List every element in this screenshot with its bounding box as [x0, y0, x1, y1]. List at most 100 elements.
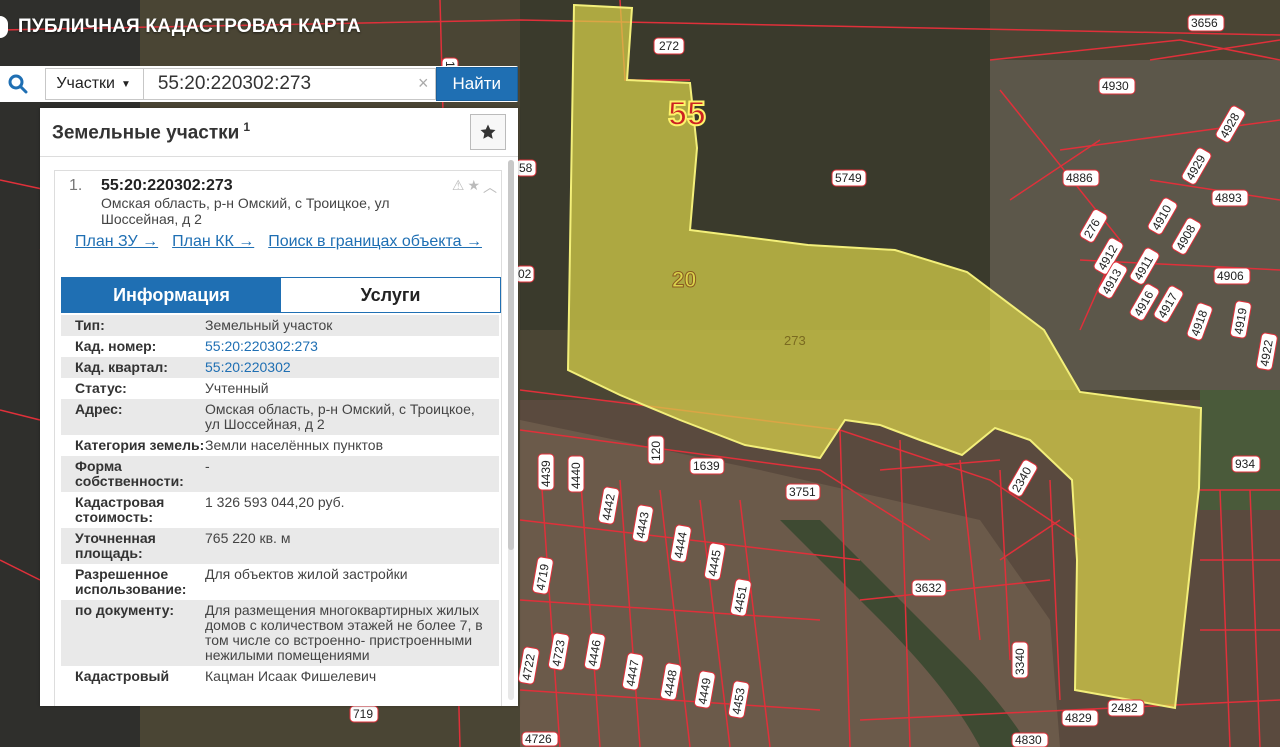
info-key: Кадастровая стоимость: [75, 494, 165, 525]
info-key: Кад. квартал: [75, 359, 168, 375]
result-header: 1. 55:20:220302:273 Омская область, р-н … [55, 171, 501, 227]
label-4893: 4893 [1211, 189, 1249, 207]
info-row-type: Тип: Земельный участок [61, 315, 499, 336]
result-cad-number[interactable]: 55:20:220302:273 [101, 177, 421, 195]
search-input[interactable]: 55:20:220302:273 × [143, 68, 436, 100]
label-58: 58 [515, 159, 537, 177]
info-row-engineer: Кадастровый Кацман Исаак Фишелевич [61, 666, 499, 687]
info-key: Уточненная площадь: [75, 530, 156, 561]
svg-text:719: 719 [353, 707, 373, 721]
info-row-status: Статус: Учтенный [61, 378, 499, 399]
cad-quarter-link[interactable]: 55:20:220302 [205, 360, 499, 375]
label-934: 934 [1231, 455, 1261, 473]
info-value: 765 220 кв. м [205, 530, 291, 546]
panel-title-text: Земельные участки [52, 122, 240, 144]
svg-text:4829: 4829 [1065, 711, 1092, 725]
info-value: Для размещения многоквартирных жилых дом… [205, 602, 483, 663]
svg-text:2482: 2482 [1111, 701, 1138, 715]
info-value: Земельный участок [205, 317, 333, 333]
map-label-273: 273 [784, 333, 806, 348]
svg-text:4886: 4886 [1066, 171, 1093, 185]
info-value: - [205, 458, 210, 474]
svg-text:3656: 3656 [1191, 16, 1218, 30]
search-type-label: Участки [56, 75, 115, 92]
app-title: ПУБЛИЧНАЯ КАДАСТРОВАЯ КАРТА [0, 16, 361, 38]
clear-icon[interactable]: × [418, 73, 429, 94]
label-2482: 2482 [1107, 699, 1145, 717]
info-key: Категория земель: [75, 437, 205, 453]
label-02: 02 [515, 265, 535, 283]
plan-kk-link[interactable]: План КК → [172, 233, 254, 250]
svg-text:4439: 4439 [539, 460, 553, 487]
cad-number-link[interactable]: 55:20:220302:273 [205, 339, 499, 354]
info-row-cad-quarter: Кад. квартал: 55:20:220302 [61, 357, 499, 378]
info-row-by-document: по документу: Для размещения многоквартир… [61, 600, 499, 666]
map-green-field-east [1200, 390, 1280, 510]
tab-information[interactable]: Информация [62, 278, 281, 312]
info-key: Кадастровый [75, 668, 170, 684]
plan-zu-link[interactable]: План ЗУ → [75, 233, 158, 250]
info-key: Статус: [75, 380, 127, 396]
svg-text:4440: 4440 [569, 462, 583, 489]
svg-text:4930: 4930 [1102, 79, 1129, 93]
info-value: Кацман Исаак Фишелевич [205, 668, 377, 684]
results-panel: Земельные участки 1 1. 55:20:220302:273 О… [40, 108, 518, 706]
search-type-select[interactable]: Участки ▼ [45, 68, 144, 100]
result-card: 1. 55:20:220302:273 Омская область, р-н … [54, 170, 502, 706]
info-key: Адрес: [75, 401, 123, 417]
map-label-55: 55 [668, 95, 706, 133]
label-1639: 1639 [689, 457, 725, 475]
label-4906: 4906 [1213, 267, 1251, 285]
label-4726: 4726 [521, 731, 559, 747]
search-button[interactable]: Найти [435, 67, 518, 101]
label-5749: 5749 [831, 169, 867, 187]
info-row-area: Уточненная площадь: 765 220 кв. м [61, 528, 499, 564]
svg-text:934: 934 [1235, 457, 1255, 471]
info-key: по документу: [75, 602, 175, 618]
info-row-ownership: Форма собственности: - [61, 456, 499, 492]
info-table: Тип: Земельный участок Кад. номер: 55:20:2… [61, 315, 499, 687]
svg-text:120: 120 [649, 441, 663, 461]
favorite-button[interactable] [470, 114, 506, 150]
info-value: Для объектов жилой застройки [205, 566, 408, 582]
label-719: 719 [349, 705, 379, 723]
info-value: Омская область, р-н Омский, с Троицкое, … [205, 401, 475, 432]
svg-text:5749: 5749 [835, 171, 862, 185]
search-bar: Участки ▼ 55:20:220302:273 × Найти [0, 66, 518, 102]
svg-text:4906: 4906 [1217, 269, 1244, 283]
result-links: План ЗУ → План КК → Поиск в границах объек… [55, 227, 501, 250]
info-row-address: Адрес: Омская область, р-н Омский, с Трои… [61, 399, 499, 435]
info-value: Учтенный [205, 380, 269, 396]
label-4829: 4829 [1061, 709, 1099, 727]
info-key: Кад. номер: [75, 338, 157, 354]
star-outline-icon[interactable]: ★ [467, 177, 480, 197]
chevron-up-icon[interactable]: ︿ [483, 177, 497, 197]
result-tabs: Информация Услуги [61, 277, 501, 313]
result-address: Омская область, р-н Омский, с Троицкое, … [101, 195, 390, 227]
search-query-text: 55:20:220302:273 [157, 73, 312, 94]
svg-text:4893: 4893 [1215, 191, 1242, 205]
svg-text:3632: 3632 [915, 581, 942, 595]
search-icon[interactable] [0, 74, 35, 94]
search-bounds-link[interactable]: Поиск в границах объекта → [268, 233, 482, 250]
tab-services[interactable]: Услуги [281, 278, 500, 312]
info-row-land-category: Категория земель: Земли населённых пункто… [61, 435, 499, 456]
panel-scrollbar[interactable] [508, 160, 514, 700]
svg-text:4726: 4726 [525, 732, 552, 746]
label-3632: 3632 [911, 579, 947, 597]
app-title-text: ПУБЛИЧНАЯ КАДАСТРОВАЯ КАРТА [18, 16, 361, 37]
label-272: 272 [653, 37, 685, 55]
label-4930: 4930 [1098, 77, 1136, 95]
result-index: 1. [69, 177, 83, 194]
svg-text:1639: 1639 [693, 459, 720, 473]
app-logo-icon [0, 16, 8, 38]
svg-text:3340: 3340 [1013, 648, 1027, 675]
warning-icon[interactable]: ⚠ [452, 177, 465, 197]
info-row-permitted-use: Разрешенное использование: Для объектов ж… [61, 564, 499, 600]
info-key: Тип: [75, 317, 105, 333]
svg-text:58: 58 [519, 161, 533, 175]
chevron-down-icon: ▼ [121, 78, 131, 90]
map-label-20: 20 [672, 267, 696, 292]
info-row-cad-number: Кад. номер: 55:20:220302:273 [61, 336, 499, 357]
scrollbar-thumb[interactable] [508, 160, 514, 550]
